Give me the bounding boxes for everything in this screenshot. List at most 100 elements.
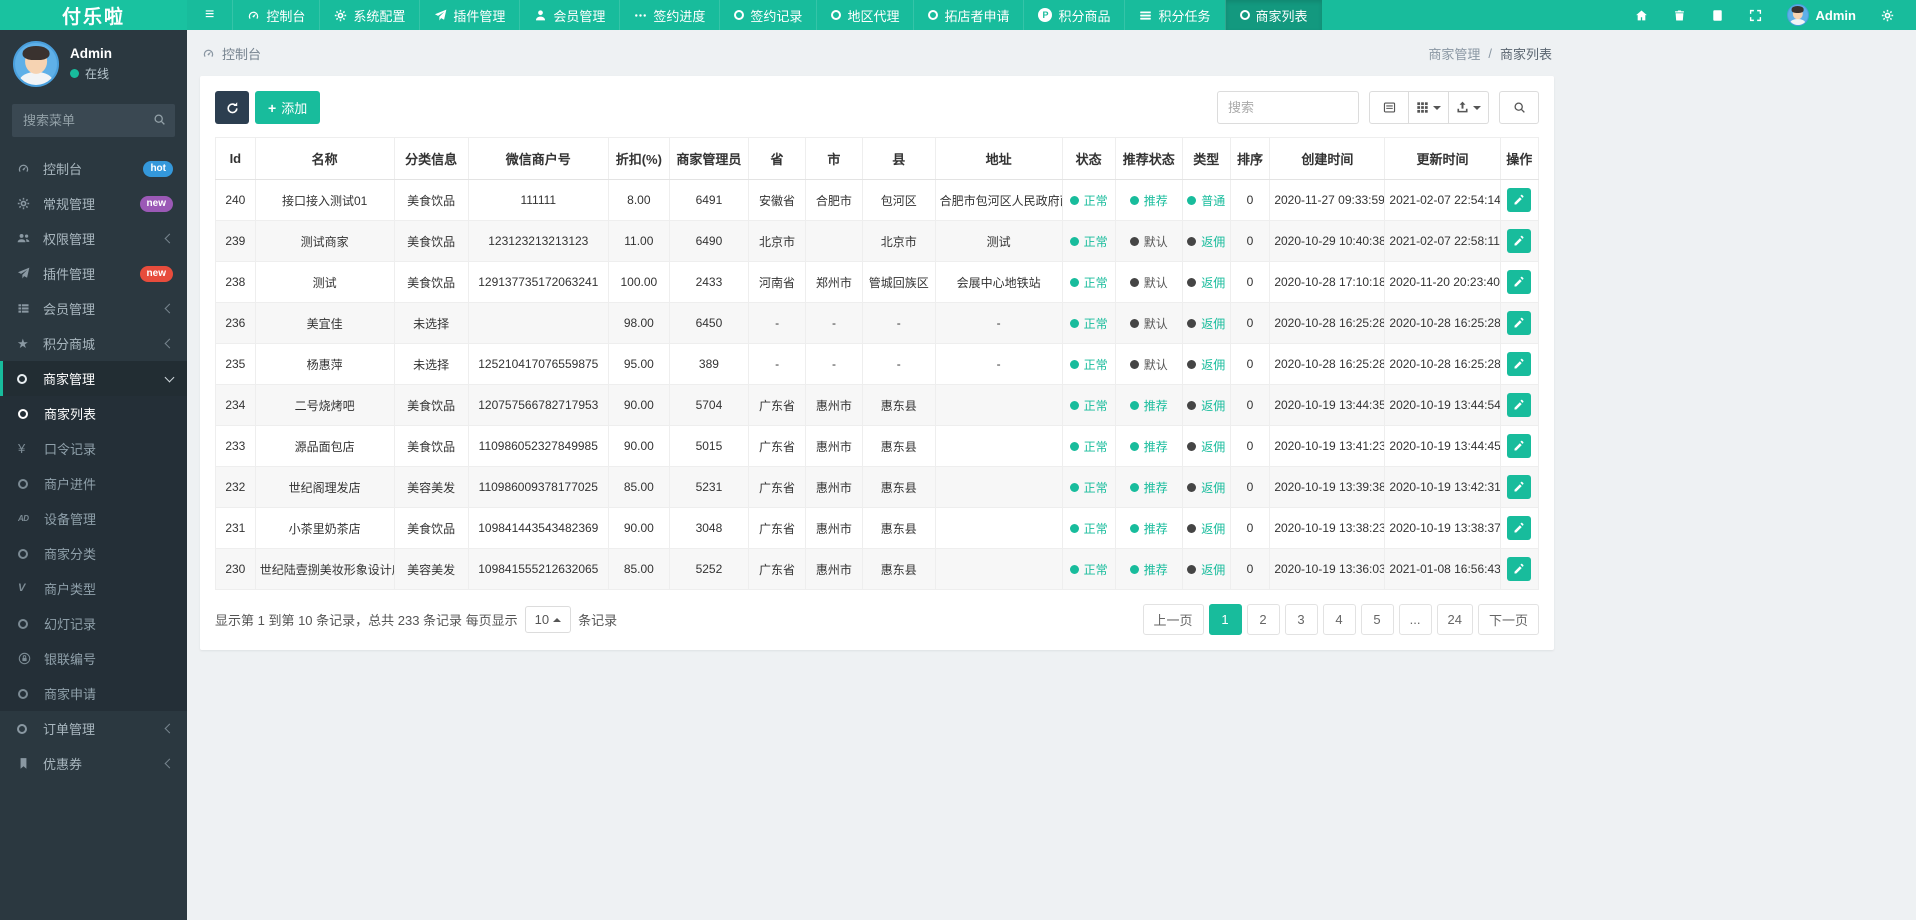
page-button-5[interactable]: 5 [1360, 604, 1394, 635]
column-header-15[interactable]: 更新时间 [1384, 137, 1501, 180]
edit-button[interactable] [1507, 557, 1532, 581]
status-badge: 默认 [1129, 274, 1168, 291]
export-button[interactable] [1449, 91, 1489, 124]
column-header-1[interactable]: 名称 [254, 137, 395, 180]
edit-button[interactable] [1507, 434, 1532, 458]
column-header-13[interactable]: 排序 [1229, 137, 1271, 180]
sidebar-item-auth[interactable]: 权限管理 [0, 221, 187, 256]
column-header-6[interactable]: 省 [748, 137, 806, 180]
page-button-1[interactable]: 1 [1208, 604, 1242, 635]
star-icon: ★ [17, 336, 29, 351]
page-button-3[interactable]: 3 [1284, 604, 1318, 635]
column-header-16[interactable]: 操作 [1499, 137, 1539, 180]
edit-button[interactable] [1507, 352, 1532, 376]
edit-button[interactable] [1507, 393, 1532, 417]
add-button[interactable]: + 添加 [255, 91, 321, 124]
column-header-12[interactable]: 类型 [1182, 137, 1231, 180]
breadcrumb-parent[interactable]: 商家管理 [1428, 44, 1480, 63]
menu-toggle-button[interactable]: ≡ [187, 0, 232, 30]
column-header-10[interactable]: 状态 [1061, 137, 1116, 180]
next-page-button[interactable]: 下一页 [1477, 604, 1539, 635]
detail-view-button[interactable] [1369, 91, 1409, 124]
column-header-9[interactable]: 地址 [934, 137, 1063, 180]
column-header-5[interactable]: 商家管理员 [668, 137, 750, 180]
sidebar-item-unionpay-no[interactable]: 银联编号 [0, 641, 187, 676]
edit-button[interactable] [1507, 229, 1532, 253]
edit-button[interactable] [1507, 516, 1532, 540]
edit-button[interactable] [1507, 188, 1532, 212]
page-ellipsis[interactable]: ... [1398, 604, 1432, 635]
columns-button[interactable] [1409, 91, 1449, 124]
log-button[interactable] [1699, 0, 1737, 30]
search-toggle-button[interactable] [1499, 91, 1539, 124]
ring-icon [831, 10, 842, 20]
sidebar-item-coupon[interactable]: 优惠券 [0, 746, 187, 781]
topnav-item-sign-progress[interactable]: 签约进度 [619, 0, 719, 30]
edit-button[interactable] [1507, 311, 1532, 335]
topnav-item-points-goods[interactable]: P 积分商品 [1023, 0, 1124, 30]
cell-admin_id: 6491 [668, 179, 750, 221]
refresh-button[interactable] [215, 91, 249, 124]
home-button[interactable] [1623, 0, 1661, 30]
fullscreen-button[interactable] [1737, 0, 1775, 30]
cell-wechat_no: 123123213213123 [467, 220, 609, 262]
sidebar-item-password-log[interactable]: ¥ 口令记录 [0, 431, 187, 466]
edit-button[interactable] [1507, 270, 1532, 294]
cell-wechat_no: 125210417076559875 [467, 343, 609, 385]
column-header-8[interactable]: 县 [861, 137, 936, 180]
sidebar-item-merchant-type[interactable]: V 商户类型 [0, 571, 187, 606]
sidebar-item-merchant[interactable]: 商家管理 [0, 361, 187, 396]
sidebar-item-points-mall[interactable]: ★ 积分商城 [0, 326, 187, 361]
topnav-item-points-task[interactable]: 积分任务 [1124, 0, 1224, 30]
cell-county: 惠东县 [861, 548, 936, 590]
user-menu[interactable]: Admin [1775, 0, 1868, 30]
sidebar-item-general[interactable]: 常规管理 new [0, 186, 187, 221]
cell-category: 美食饮品 [393, 179, 469, 221]
column-header-2[interactable]: 分类信息 [393, 137, 469, 180]
page-button-24[interactable]: 24 [1436, 604, 1473, 635]
sidebar-item-device-manage[interactable]: AD 设备管理 [0, 501, 187, 536]
column-header-11[interactable]: 推荐状态 [1114, 137, 1184, 180]
page-button-4[interactable]: 4 [1322, 604, 1356, 635]
refresh-icon [226, 101, 239, 114]
sidebar-item-merchant-entry[interactable]: 商户进件 [0, 466, 187, 501]
sidebar-item-member[interactable]: 会员管理 [0, 291, 187, 326]
page-button-2[interactable]: 2 [1246, 604, 1280, 635]
sidebar-item-merchant-list[interactable]: 商家列表 [0, 396, 187, 431]
topnav-item-system-config[interactable]: 系统配置 [319, 0, 419, 30]
sidebar-item-slide-log[interactable]: 幻灯记录 [0, 606, 187, 641]
main-content: 控制台 商家管理 / 商家列表 + 添加 搜索 Id 名称 分类信息 微信商户号… [187, 30, 1916, 920]
table-row: 240 接口接入测试01 美食饮品 111111 8.00 6491 安徽省 合肥市 包河区 合肥… [215, 179, 1539, 221]
sidebar-item-merchant-apply[interactable]: 商家申请 [0, 676, 187, 711]
column-header-4[interactable]: 折扣(%) [607, 137, 670, 180]
column-header-7[interactable]: 市 [805, 137, 863, 180]
column-header-14[interactable]: 创建时间 [1269, 137, 1386, 180]
cell-name: 二号烧烤吧 [254, 384, 395, 426]
table-search-input[interactable] [1217, 91, 1359, 124]
topnav-item-dashboard[interactable]: 控制台 [232, 0, 319, 30]
trash-button[interactable] [1661, 0, 1699, 30]
sidebar-item-merchant-category[interactable]: 商家分类 [0, 536, 187, 571]
column-header-3[interactable]: 微信商户号 [467, 137, 609, 180]
sidebar-item-dashboard[interactable]: 控制台 hot [0, 151, 187, 186]
prev-page-button[interactable]: 上一页 [1142, 604, 1204, 635]
sidebar-item-addon[interactable]: 插件管理 new [0, 256, 187, 291]
edit-button[interactable] [1507, 475, 1532, 499]
topnav-item-sign-records[interactable]: 签约记录 [719, 0, 816, 30]
topnav-item-member-manage[interactable]: 会员管理 [519, 0, 619, 30]
cell-province: 安徽省 [748, 179, 806, 221]
topnav-item-addon-manage[interactable]: 插件管理 [419, 0, 519, 30]
cell-status: 正常 [1061, 425, 1116, 467]
sidebar-item-order[interactable]: 订单管理 [0, 711, 187, 746]
topnav-item-shop-developer-apply[interactable]: 拓店者申请 [913, 0, 1023, 30]
app-logo[interactable]: 付乐啦 [0, 0, 187, 30]
cell-address [934, 507, 1063, 549]
page-size-select[interactable]: 10 [524, 606, 572, 633]
topnav-item-merchant-list[interactable]: 商家列表 [1224, 0, 1322, 30]
cell-province: 广东省 [748, 548, 806, 590]
menu-search-input[interactable] [12, 104, 175, 137]
settings-button[interactable] [1868, 0, 1906, 30]
topnav-item-area-agent[interactable]: 地区代理 [816, 0, 913, 30]
pencil-icon [1513, 399, 1525, 411]
column-header-0[interactable]: Id [215, 137, 256, 180]
